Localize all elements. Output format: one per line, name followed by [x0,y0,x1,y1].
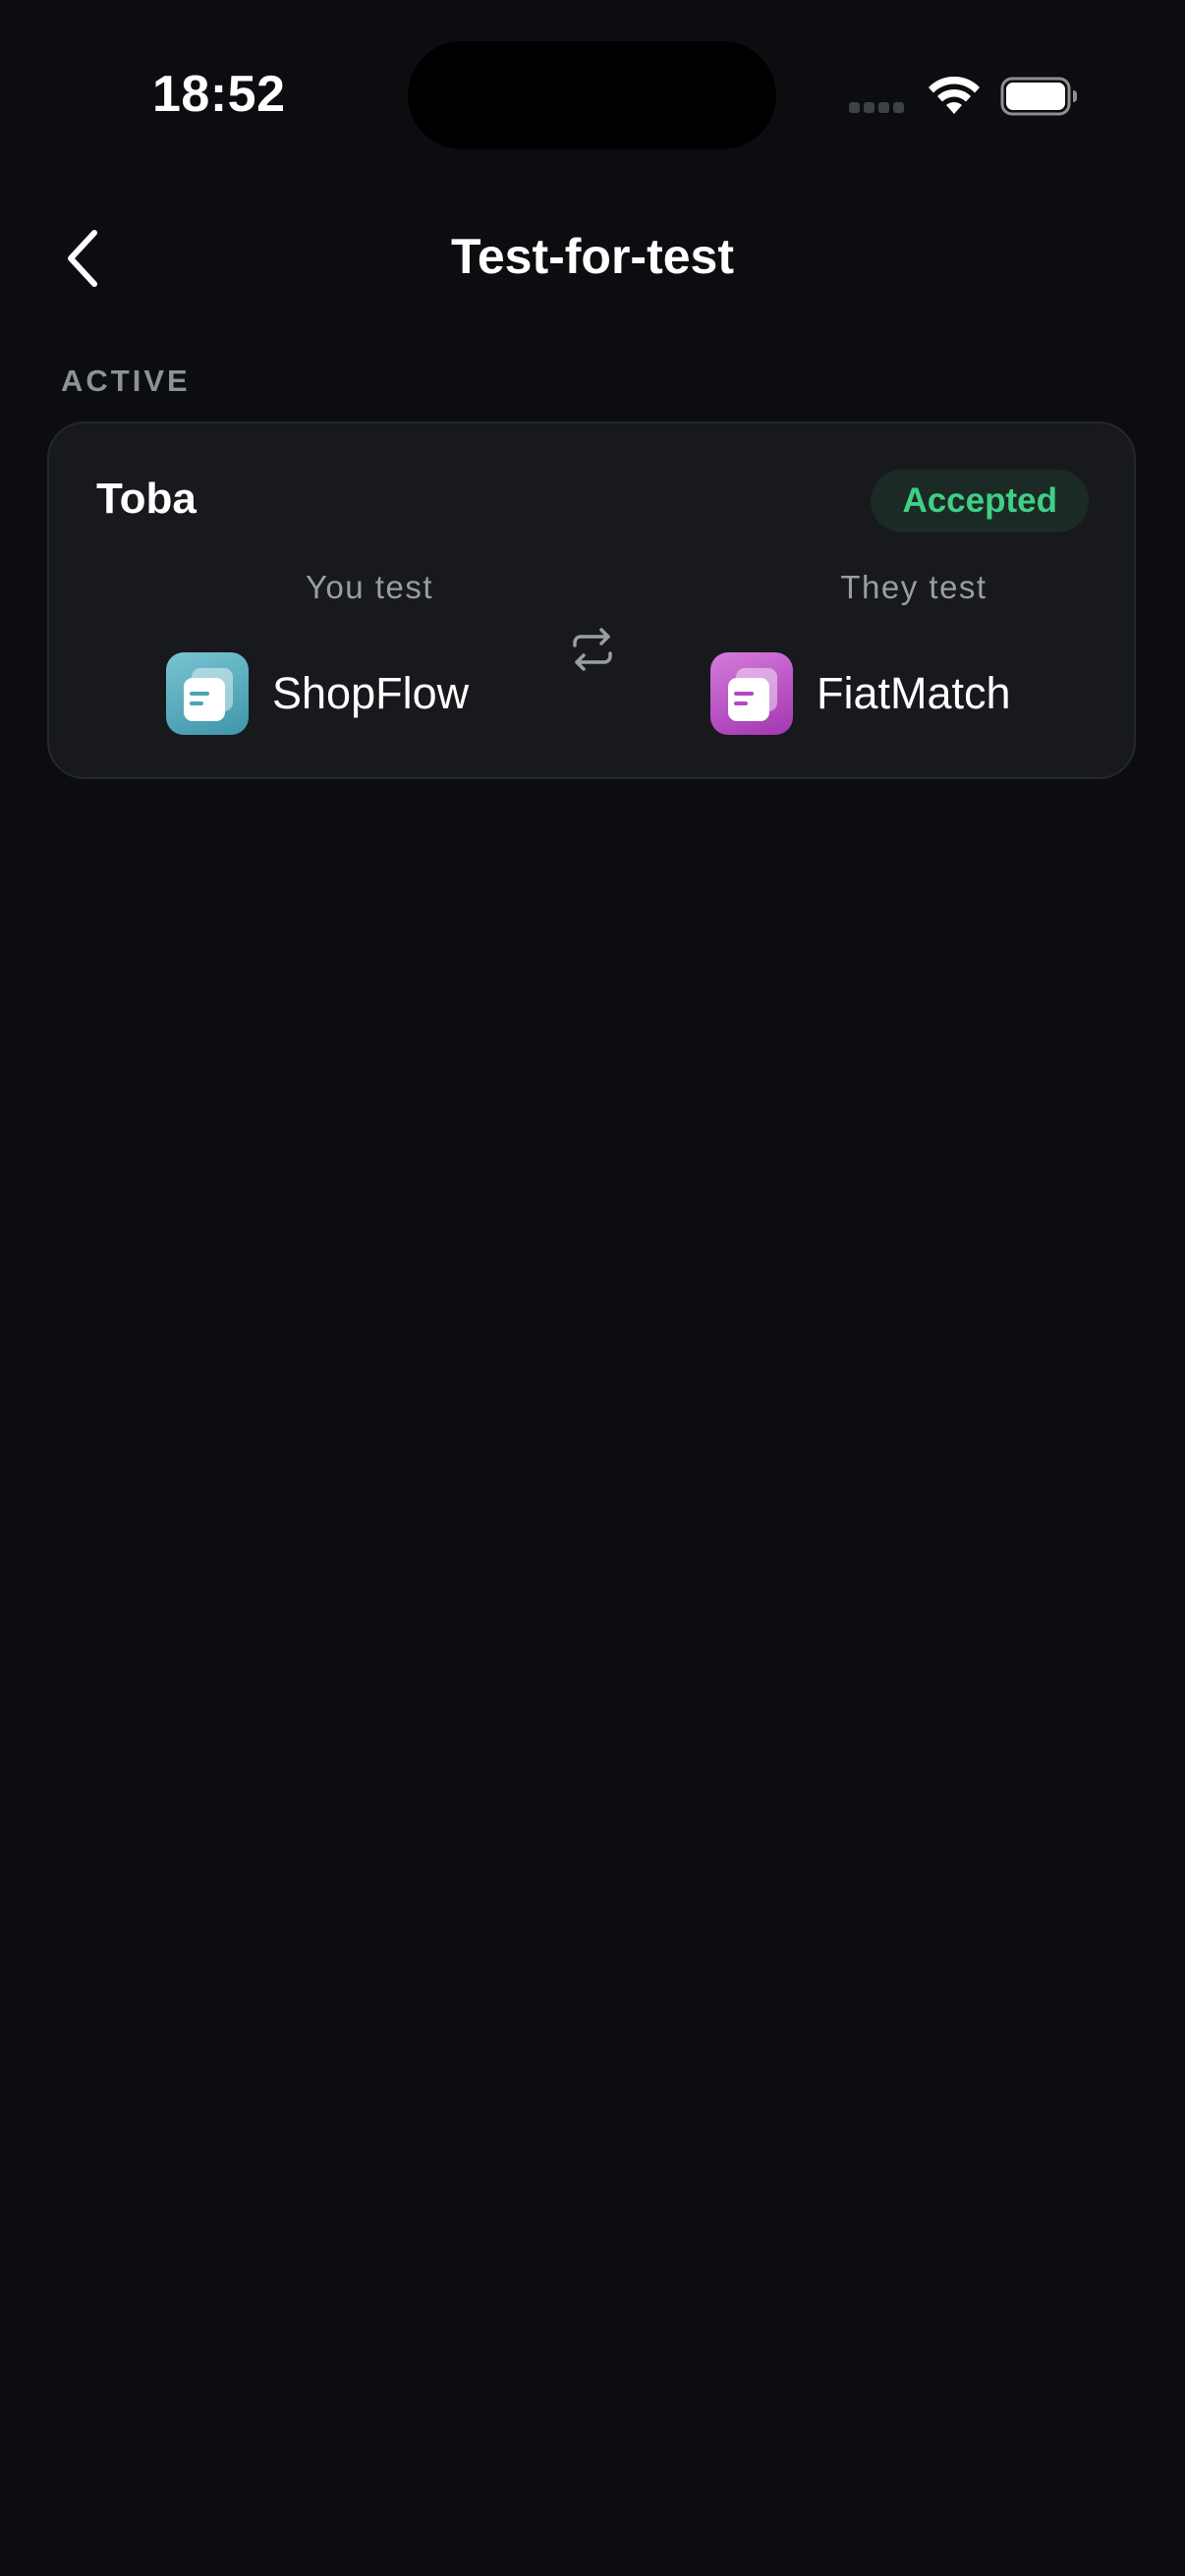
status-time: 18:52 [152,66,286,123]
fiatmatch-app-icon [710,652,793,735]
they-test-app-name: FiatMatch [817,668,1011,718]
they-test-label: They test [840,569,988,605]
page-title: Test-for-test [451,229,734,284]
swap-arrows-icon [573,628,612,671]
they-test-app[interactable]: FiatMatch [710,652,1011,735]
battery-icon [1000,77,1077,116]
partner-name: Toba [96,475,197,523]
section-label-active: ACTIVE [61,364,191,398]
you-test-app-name: ShopFlow [272,668,470,718]
you-test-app[interactable]: ShopFlow [166,652,469,735]
dynamic-island [408,41,776,149]
shopflow-app-icon [166,652,249,735]
exchange-card[interactable]: Toba Accepted You test They test ShopFlo… [47,421,1136,779]
cellular-signal-icon [849,102,904,113]
status-badge: Accepted [871,470,1089,532]
you-test-label: You test [305,569,434,605]
screen: 18:52 Test-for-test ACTIVE Toba Accepted… [0,0,1185,2576]
wifi-icon [929,77,980,114]
